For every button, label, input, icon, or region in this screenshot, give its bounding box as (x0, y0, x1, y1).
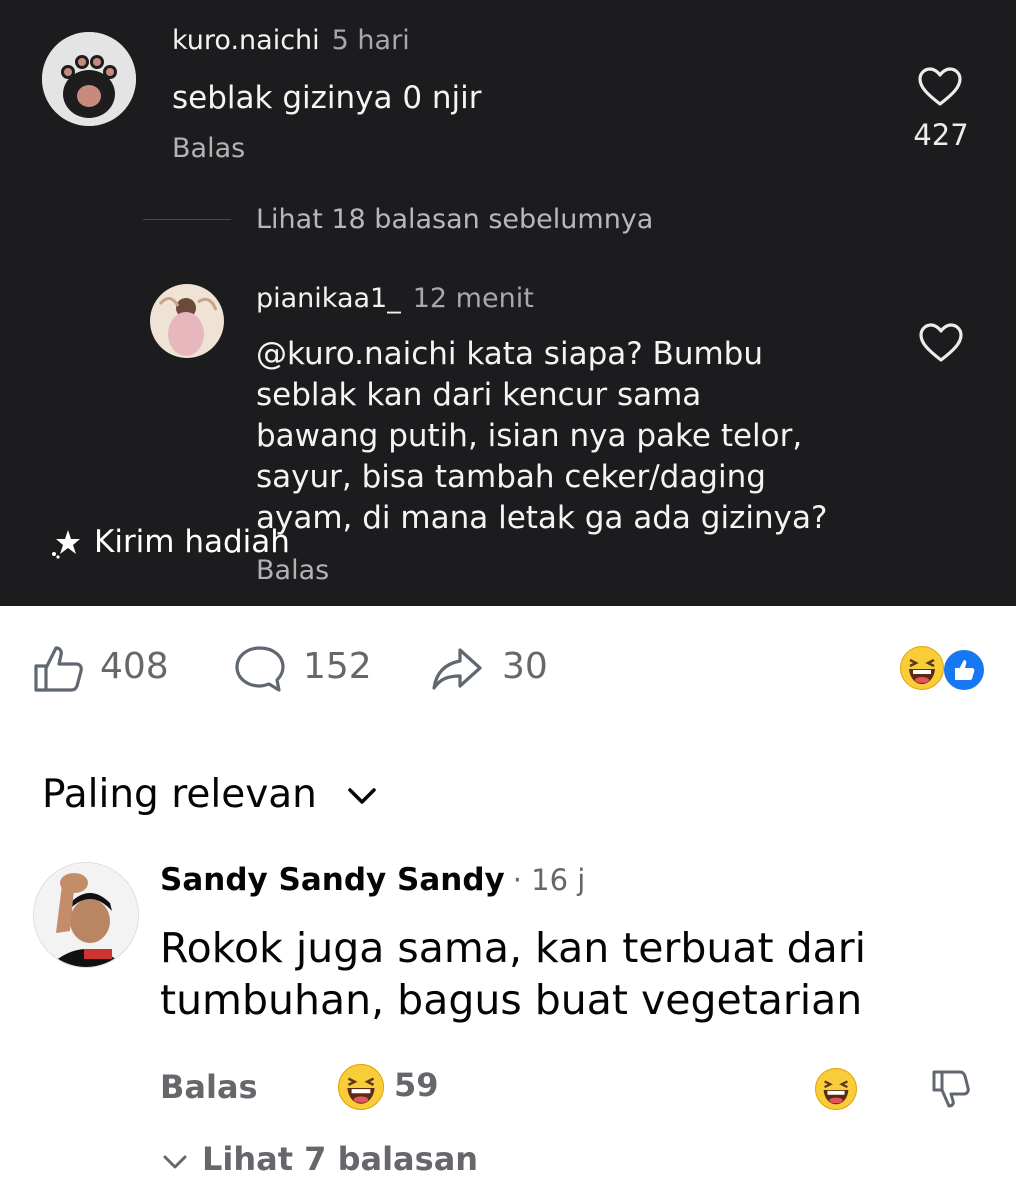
share-count: 30 (502, 646, 548, 687)
comment2-time: 12 menit (412, 283, 534, 314)
like-reaction-icon (942, 648, 986, 692)
comment-bubble-icon (233, 644, 287, 698)
threads-screenshot: kuro.naichi 5 hari seblak gizinya 0 njir … (0, 0, 1016, 606)
sort-dropdown[interactable]: Paling relevan (42, 772, 376, 817)
comment-text: Rokok juga sama, kan terbuat dari tumbuh… (160, 922, 866, 1026)
heart-icon[interactable] (917, 66, 963, 112)
gift-label: Kirim hadiah (94, 524, 290, 560)
chevron-down-icon (162, 1154, 188, 1174)
chevron-down-icon (347, 786, 377, 810)
comment1-like-count: 427 (913, 118, 969, 152)
comment1-time: 5 hari (331, 25, 410, 56)
thumbs-up-icon (32, 644, 86, 698)
send-gift-button[interactable]: Kirim hadiah (48, 524, 290, 560)
haha-emoji-icon (900, 646, 944, 690)
comment-count: 152 (303, 646, 372, 687)
view-replies-link[interactable]: Lihat 7 balasan (160, 1140, 478, 1178)
sort-label: Paling relevan (42, 772, 317, 817)
comment1-text: seblak gizinya 0 njir (172, 80, 482, 116)
comment2-text-line: ayam, di mana letak ga ada gizinya? (256, 500, 828, 536)
haha-emoji-icon (338, 1064, 384, 1110)
thread-divider (143, 219, 231, 220)
comment-header: Sandy Sandy Sandy · 16 j (160, 862, 585, 898)
comment1-header: kuro.naichi 5 hari (172, 25, 410, 56)
comment-reaction-count: 59 (394, 1066, 439, 1104)
avatar-sandy[interactable] (33, 862, 139, 968)
comment-time[interactable]: · 16 j (513, 863, 586, 897)
reaction-summary[interactable] (898, 644, 988, 692)
comment-reply-button[interactable]: Balas (160, 1068, 258, 1106)
share-arrow-icon (430, 644, 484, 698)
comment2-header: pianikaa1_ 12 menit (256, 283, 534, 314)
comment2-username[interactable]: pianikaa1_ (256, 283, 401, 314)
avatar-pianikaa1[interactable] (150, 284, 224, 358)
comment-author[interactable]: Sandy Sandy Sandy (160, 862, 505, 898)
comment-text-line: tumbuhan, bagus buat vegetarian (160, 976, 863, 1024)
heart-icon[interactable] (918, 322, 964, 368)
haha-emoji-icon[interactable] (815, 1068, 857, 1110)
dislike-icon[interactable] (930, 1066, 972, 1114)
avatar-kuro-naichi[interactable] (42, 32, 136, 126)
comment2-text: @kuro.naichi kata siapa? Bumbu seblak ka… (256, 334, 827, 539)
like-count: 408 (100, 646, 169, 687)
comment2-text-line: @kuro.naichi kata siapa? Bumbu (256, 336, 763, 372)
comment-text-line: Rokok juga sama, kan terbuat dari (160, 924, 867, 972)
view-replies-label: Lihat 7 balasan (202, 1140, 479, 1178)
comment1-reply-button[interactable]: Balas (172, 133, 245, 164)
view-previous-replies-link[interactable]: Lihat 18 balasan sebelumnya (256, 204, 653, 235)
comment2-text-line: sayur, bisa tambah ceker/daging (256, 459, 766, 495)
comment2-text-line: bawang putih, isian nya pake telor, (256, 418, 803, 454)
gift-icon (48, 528, 84, 564)
comment2-text-line: seblak kan dari kencur sama (256, 377, 702, 413)
comment1-username[interactable]: kuro.naichi (172, 25, 320, 56)
